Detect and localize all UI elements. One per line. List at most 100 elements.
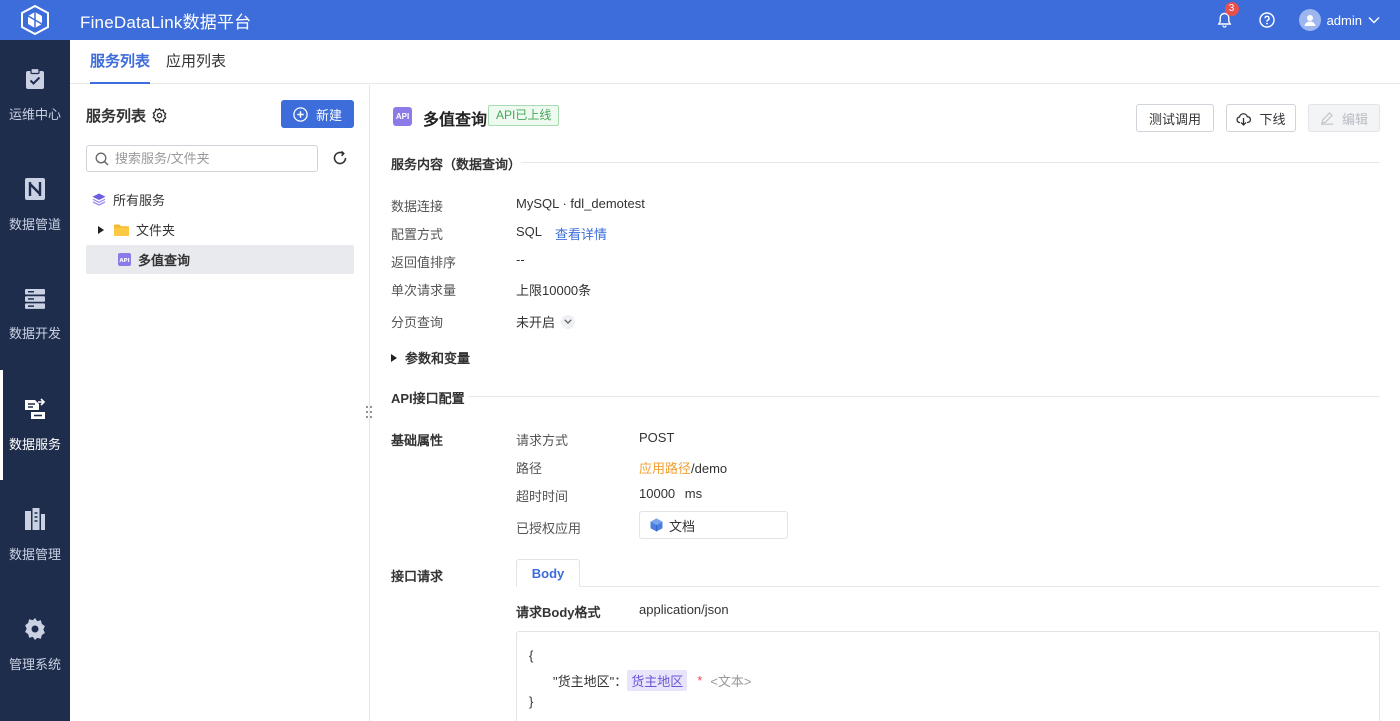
tab-service-list[interactable]: 服务列表 xyxy=(90,40,151,84)
type-hint: <文本> xyxy=(710,674,752,689)
paging-value[interactable]: 未开启 xyxy=(516,312,576,331)
app-title: FineDataLink数据平台 xyxy=(80,12,252,32)
download-cloud-icon xyxy=(1236,112,1252,126)
section-service-content: 服务内容（数据查询） xyxy=(391,157,522,172)
tab-app-list[interactable]: 应用列表 xyxy=(166,40,226,84)
tab-body[interactable]: Body xyxy=(516,559,580,587)
path-value: 应用路径/demo xyxy=(639,458,727,477)
timeout-unit: ms xyxy=(684,486,703,501)
data-service-icon xyxy=(25,397,46,419)
chevron-down-icon[interactable] xyxy=(561,314,576,329)
variable-chip[interactable]: 货主地区 xyxy=(627,670,688,691)
api-icon: API xyxy=(118,253,131,266)
layers-icon xyxy=(92,193,106,206)
config-mode-value: SQL xyxy=(516,224,543,239)
top-bar: FineDataLink数据平台 3 admin xyxy=(0,0,1400,40)
tree-label: 多值查询 xyxy=(138,253,191,268)
code-key: "货主地区"： xyxy=(553,674,628,689)
button-label: 下线 xyxy=(1259,111,1286,127)
app-logo-icon[interactable] xyxy=(0,0,70,40)
data-connection-label: 数据连接 xyxy=(391,199,444,214)
username: admin xyxy=(1326,12,1362,28)
nav-item-data-service[interactable]: 数据服务 xyxy=(0,370,70,480)
api-badge-icon: API xyxy=(393,107,412,126)
nav-label: 数据开发 xyxy=(8,325,61,341)
panel-title: 服务列表 xyxy=(86,105,167,126)
svg-text:API: API xyxy=(119,258,129,264)
api-detail: API 多值查询 API已上线 测试调用 下线 编辑 服务内容（数据查询） 数据… xyxy=(371,85,1400,721)
settings-gear-icon[interactable] xyxy=(152,108,167,123)
tree-item-folder[interactable]: 文件夹 xyxy=(86,215,354,244)
params-toggle-label: 参数和变量 xyxy=(405,351,471,366)
single-request-value: 上限10000条 xyxy=(516,283,592,298)
notification-bell-icon[interactable]: 3 xyxy=(1215,2,1239,30)
nav-item-data-dev[interactable]: 数据开发 xyxy=(0,260,70,370)
offline-button[interactable]: 下线 xyxy=(1226,104,1296,132)
nav-item-data-manage[interactable]: 数据管理 xyxy=(0,480,70,590)
caret-right-icon xyxy=(391,353,397,362)
new-service-button[interactable]: 新建 xyxy=(281,100,354,128)
nav-label: 管理系统 xyxy=(8,656,61,672)
authorized-app-chip[interactable]: 文档 xyxy=(639,511,788,539)
required-star: * xyxy=(697,673,703,688)
code-close-brace: } xyxy=(529,694,534,709)
view-details-link[interactable]: 查看详情 xyxy=(555,224,607,243)
tabs-bar: 服务列表 应用列表 xyxy=(70,40,1400,84)
nav-label: 运维中心 xyxy=(8,106,61,122)
refresh-icon[interactable] xyxy=(332,150,348,169)
request-body-code[interactable]: { "货主地区"： 货主地区 * <文本> } xyxy=(516,631,1380,721)
search-box xyxy=(86,145,318,172)
nav-item-ops-center[interactable]: 运维中心 xyxy=(0,40,70,150)
paging-value-text: 未开启 xyxy=(516,315,556,330)
new-button-label: 新建 xyxy=(315,107,342,123)
panel-title-text: 服务列表 xyxy=(86,108,147,125)
tree-label: 文件夹 xyxy=(136,223,176,238)
nav-item-admin-system[interactable]: 管理系统 xyxy=(0,590,70,700)
api-name: 多值查询 xyxy=(423,112,488,129)
divider xyxy=(468,396,1380,397)
help-icon[interactable] xyxy=(1257,10,1277,30)
authorized-app-name: 文档 xyxy=(669,518,696,534)
body-format-value: application/json xyxy=(639,602,729,617)
paging-label: 分页查询 xyxy=(391,315,444,330)
tree-item-all-services[interactable]: 所有服务 xyxy=(86,185,354,214)
button-label: 编辑 xyxy=(1341,111,1368,127)
method-value: POST xyxy=(639,430,675,445)
search-input[interactable] xyxy=(115,151,305,166)
nav-item-data-pipeline[interactable]: 数据管道 xyxy=(0,150,70,260)
server-icon xyxy=(25,288,45,309)
nav-label: 数据管道 xyxy=(8,216,61,232)
timeout-value: 10000 ms xyxy=(639,486,702,501)
test-call-button[interactable]: 测试调用 xyxy=(1136,104,1214,132)
return-sort-label: 返回值排序 xyxy=(391,255,457,270)
clipboard-check-icon xyxy=(26,67,44,89)
pencil-icon xyxy=(1320,112,1333,125)
data-manage-icon xyxy=(25,507,45,530)
user-menu[interactable]: admin xyxy=(1298,9,1380,31)
code-open-brace: { xyxy=(529,648,534,663)
code-field-line: "货主地区"： 货主地区 * <文本> xyxy=(553,670,752,691)
notification-badge: 3 xyxy=(1224,2,1239,16)
caret-right-icon[interactable] xyxy=(98,225,104,234)
plus-circle-icon xyxy=(293,106,308,122)
tree-item-multi-query[interactable]: API 多值查询 xyxy=(86,245,354,274)
chevron-down-icon xyxy=(1368,17,1380,24)
section-api-config: API接口配置 xyxy=(391,391,465,406)
config-mode-label: 配置方式 xyxy=(391,227,444,242)
divider xyxy=(516,586,1380,587)
pipeline-icon xyxy=(25,177,45,200)
path-label: 路径 xyxy=(516,461,543,476)
button-label: 测试调用 xyxy=(1148,111,1201,127)
left-nav: 运维中心 数据管道 数据开发 数据服务 数据管理 管理系统 xyxy=(0,40,70,721)
folder-icon xyxy=(114,224,129,236)
tree-label: 所有服务 xyxy=(113,193,166,208)
params-toggle[interactable]: 参数和变量 xyxy=(391,348,470,367)
nav-label: 数据服务 xyxy=(8,436,61,452)
status-badge: API已上线 xyxy=(488,105,560,126)
gear-icon xyxy=(25,617,45,640)
edit-button[interactable]: 编辑 xyxy=(1308,104,1380,132)
single-request-label: 单次请求量 xyxy=(391,283,457,298)
divider xyxy=(521,162,1380,163)
cube-icon xyxy=(650,518,663,532)
authorized-apps-label: 已授权应用 xyxy=(516,521,582,536)
